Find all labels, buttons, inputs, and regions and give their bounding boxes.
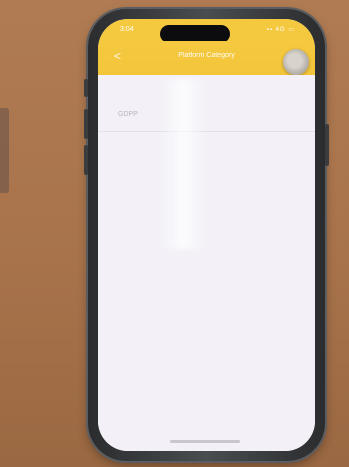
list-item-label: GDPP [118,111,138,118]
volume-down-button [84,145,88,175]
assistive-touch-icon[interactable] [283,49,309,75]
home-indicator[interactable] [170,440,240,443]
status-time: 3:04 [120,26,134,33]
list-item[interactable]: GDPP [98,103,315,132]
category-list: GDPP [98,75,315,451]
status-icons: ▪▪ 4G ▭ [266,27,295,33]
action-button [84,79,88,97]
screen-glare [160,79,206,249]
phone-screen: 3:04 ▪▪ 4G ▭ < Platform Category GDPP [98,19,315,451]
background-object [0,108,9,193]
volume-up-button [84,109,88,139]
phone-device: 3:04 ▪▪ 4G ▭ < Platform Category GDPP [84,9,329,461]
power-button [325,124,329,166]
